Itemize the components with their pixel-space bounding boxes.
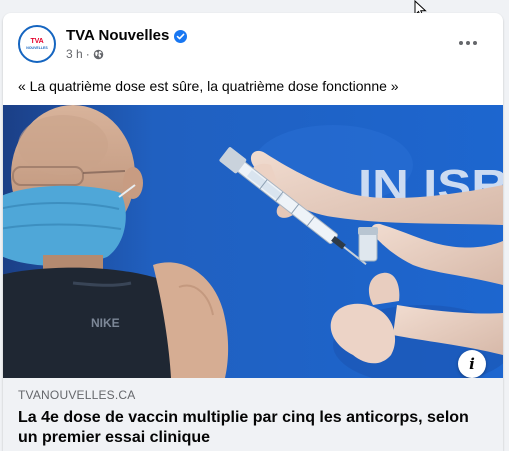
verified-badge-icon bbox=[174, 29, 188, 43]
globe-icon[interactable] bbox=[93, 49, 104, 60]
link-preview[interactable]: TVANOUVELLES.CA La 4e dose de vaccin mul… bbox=[3, 378, 503, 451]
svg-text:NIKE: NIKE bbox=[91, 316, 120, 330]
link-domain: TVANOUVELLES.CA bbox=[18, 388, 136, 402]
post-card: TVA NOUVELLES TVA Nouvelles 3 h · « La q… bbox=[3, 13, 503, 451]
post-meta: 3 h · bbox=[66, 47, 104, 61]
post-photo[interactable]: IN ISR NIKE i bbox=[3, 105, 503, 378]
post-timestamp[interactable]: 3 h bbox=[66, 47, 83, 61]
more-dot bbox=[466, 41, 470, 45]
post-header: TVA NOUVELLES TVA Nouvelles 3 h · bbox=[3, 13, 503, 73]
page-name-link[interactable]: TVA Nouvelles bbox=[66, 27, 169, 45]
more-dot bbox=[473, 41, 477, 45]
vaccination-photo: IN ISR NIKE bbox=[3, 105, 503, 378]
link-title[interactable]: La 4e dose de vaccin multiplie par cinq … bbox=[18, 408, 488, 448]
avatar-logo: TVA bbox=[30, 38, 44, 45]
more-dot bbox=[459, 41, 463, 45]
meta-separator: · bbox=[85, 47, 90, 61]
photo-info-button[interactable]: i bbox=[458, 350, 486, 378]
avatar-logo-sub: NOUVELLES bbox=[26, 46, 48, 50]
page-name-row: TVA Nouvelles bbox=[66, 27, 188, 45]
post-message: « La quatrième dose est sûre, la quatriè… bbox=[18, 78, 399, 94]
more-options-button[interactable] bbox=[458, 33, 478, 53]
page-avatar[interactable]: TVA NOUVELLES bbox=[18, 25, 56, 63]
